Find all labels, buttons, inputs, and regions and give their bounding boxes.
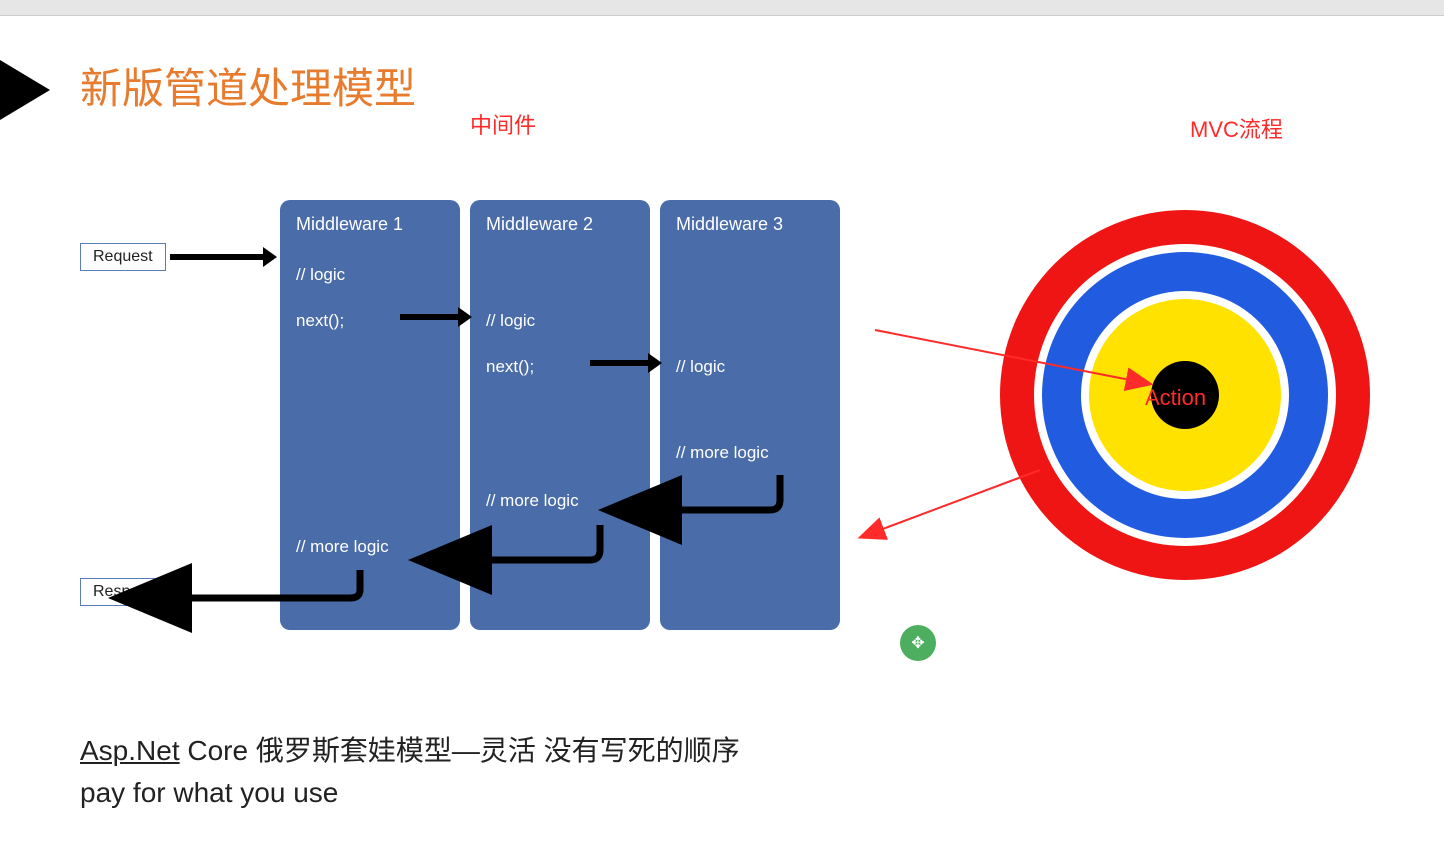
footer-underlined: Asp.Net <box>80 735 180 766</box>
code-line: // more logic <box>296 537 444 557</box>
middleware-2-title: Middleware 2 <box>486 214 634 235</box>
middleware-box-1: Middleware 1 // logic next(); // more lo… <box>280 200 460 630</box>
move-badge-icon: ✥ <box>900 625 936 661</box>
code-line: // logic <box>676 357 824 377</box>
arrow-icon <box>590 360 650 366</box>
middleware-1-title: Middleware 1 <box>296 214 444 235</box>
footer-description: Asp.Net Core 俄罗斯套娃模型—灵活 没有写死的顺序 pay for … <box>80 730 740 814</box>
pipeline-diagram: Request Response Middleware 1 // logic n… <box>60 200 860 650</box>
arrow-icon <box>170 254 265 260</box>
response-box: Response <box>80 578 178 606</box>
middleware-3-title: Middleware 3 <box>676 214 824 235</box>
footer-line1: Core 俄罗斯套娃模型—灵活 没有写死的顺序 <box>180 735 740 766</box>
action-label: Action <box>1145 385 1206 411</box>
middleware-label: 中间件 <box>470 108 536 140</box>
code-line: // more logic <box>676 443 824 463</box>
footer-line2: pay for what you use <box>80 772 740 814</box>
arrow-icon <box>400 314 460 320</box>
code-line: // logic <box>486 311 634 331</box>
middleware-box-2: Middleware 2 // logic next(); // more lo… <box>470 200 650 630</box>
code-line: // more logic <box>486 491 634 511</box>
slide-title: 新版管道处理模型 <box>80 55 416 116</box>
mvc-flow-label: MVC流程 <box>1190 112 1283 144</box>
bullet-triangle-icon <box>0 60 50 120</box>
top-bar <box>0 0 1444 16</box>
middleware-box-3: Middleware 3 // logic // more logic <box>660 200 840 630</box>
request-box: Request <box>80 243 166 271</box>
code-line: // logic <box>296 265 444 285</box>
